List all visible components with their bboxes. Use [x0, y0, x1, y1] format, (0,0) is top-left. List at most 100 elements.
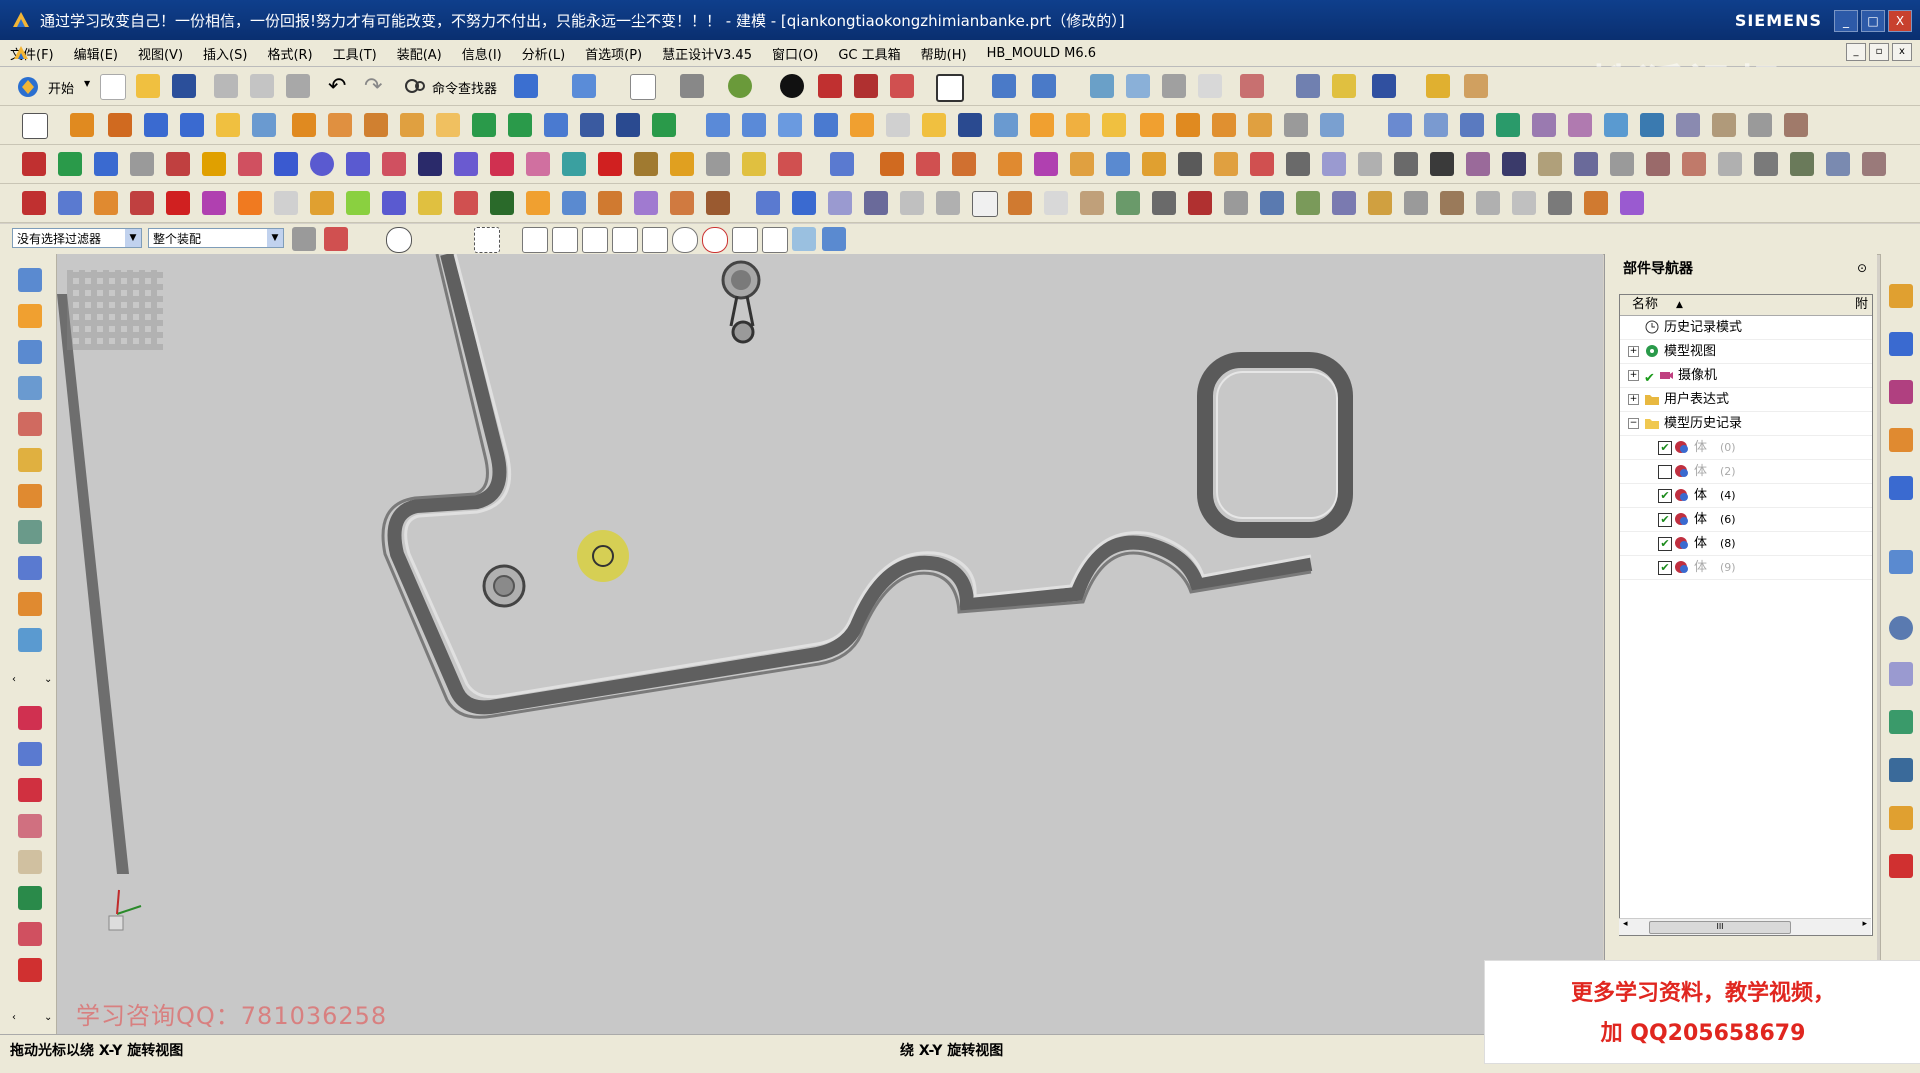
mould-tool-12-icon[interactable] — [1784, 113, 1808, 137]
hide-icon[interactable] — [1152, 191, 1176, 215]
simplify-icon[interactable] — [490, 191, 514, 215]
shell-icon[interactable] — [778, 113, 802, 137]
snap-line-icon[interactable] — [582, 227, 608, 253]
split-body-icon[interactable] — [616, 113, 640, 137]
wcs-icon[interactable] — [1198, 74, 1222, 98]
replay-icon[interactable] — [864, 191, 888, 215]
menu-hb-mould[interactable]: HB_MOULD M6.6 — [977, 46, 1106, 61]
pin-icon[interactable]: ⊙ — [1857, 261, 1867, 275]
move-face-icon[interactable] — [1066, 113, 1090, 137]
layer-settings-icon[interactable] — [1126, 74, 1150, 98]
layer-move-icon[interactable] — [1116, 191, 1140, 215]
edge-blend-icon[interactable] — [706, 113, 730, 137]
manufacturing-wizard-tab-icon[interactable] — [1889, 758, 1913, 782]
system-scenes-tab-icon[interactable] — [1889, 854, 1913, 878]
maximize-button[interactable]: □ — [1861, 10, 1885, 32]
chevron-down-icon[interactable]: ⌄ — [44, 674, 52, 685]
expand-icon[interactable]: + — [1628, 394, 1639, 405]
sew-icon[interactable] — [922, 113, 946, 137]
menu-info[interactable]: 信息(I) — [452, 44, 512, 63]
record-icon[interactable] — [22, 152, 46, 176]
drawing-icon[interactable] — [1574, 152, 1598, 176]
grid-table-icon[interactable] — [1476, 191, 1500, 215]
visibility-checkbox[interactable]: ✔ — [1658, 441, 1672, 455]
point-icon[interactable] — [58, 152, 82, 176]
unite-icon[interactable] — [472, 113, 496, 137]
mould-tool-11-icon[interactable] — [1748, 113, 1772, 137]
menu-edit[interactable]: 编辑(E) — [64, 44, 128, 63]
scope-dropdown[interactable]: 整个装配 ▼ — [148, 228, 284, 248]
box-icon[interactable] — [526, 191, 550, 215]
play-icon[interactable] — [1372, 74, 1396, 98]
scroll-right-icon[interactable]: ▸ — [1862, 919, 1867, 929]
offset-region-icon[interactable] — [1212, 113, 1236, 137]
delete-icon[interactable] — [598, 152, 622, 176]
arc-icon[interactable] — [346, 152, 370, 176]
thicken-icon[interactable] — [850, 113, 874, 137]
filter-icon[interactable] — [1332, 191, 1356, 215]
runner-icon[interactable] — [1430, 152, 1454, 176]
suppress-icon[interactable] — [792, 191, 816, 215]
left-tool-14-icon[interactable] — [18, 778, 42, 802]
scale-body-icon[interactable] — [886, 113, 910, 137]
part-navigator-tab-icon[interactable] — [1889, 380, 1913, 404]
column-name-header[interactable]: 名称 — [1632, 295, 1658, 315]
surface-analysis-icon[interactable] — [274, 191, 298, 215]
menu-huizheng[interactable]: 慧正设计V3.45 — [652, 44, 762, 63]
hole-table-icon[interactable] — [1610, 152, 1634, 176]
reuse-library-tab-icon[interactable] — [1889, 428, 1913, 452]
doc-close-button[interactable]: x — [1892, 43, 1912, 61]
section-curve-icon[interactable] — [830, 152, 854, 176]
frame-icon[interactable] — [936, 74, 964, 102]
pad-icon[interactable] — [252, 113, 276, 137]
replace-face-icon[interactable] — [994, 113, 1018, 137]
jog-icon[interactable] — [1368, 191, 1392, 215]
draft-icon[interactable] — [814, 113, 838, 137]
slot-icon[interactable] — [292, 113, 316, 137]
history-tab-icon[interactable] — [1889, 616, 1913, 640]
fit-view-icon[interactable] — [630, 74, 656, 100]
snap-on-curve-icon[interactable] — [762, 227, 788, 253]
left-tool-3-icon[interactable] — [18, 340, 42, 364]
mould-tool-9-icon[interactable] — [1676, 113, 1700, 137]
subtract-icon[interactable] — [508, 113, 532, 137]
left-tool-9-icon[interactable] — [18, 556, 42, 580]
note-icon[interactable] — [1044, 191, 1068, 215]
left-tool-11-icon[interactable] — [18, 628, 42, 652]
mold-base-icon[interactable] — [1250, 152, 1274, 176]
coord-icon[interactable] — [1240, 74, 1264, 98]
check-geometry-icon[interactable] — [454, 191, 478, 215]
mould-box-icon[interactable] — [598, 191, 622, 215]
grid-select-icon[interactable] — [238, 152, 262, 176]
left-tool-10-icon[interactable] — [18, 592, 42, 616]
project-curve-icon[interactable] — [562, 152, 586, 176]
circle-icon[interactable] — [310, 152, 334, 176]
cut-icon[interactable] — [214, 74, 238, 98]
draft-analysis-icon[interactable] — [346, 191, 370, 215]
menu-file[interactable]: 文件(F) — [0, 44, 64, 63]
intersect-icon[interactable] — [544, 113, 568, 137]
command-finder-button[interactable]: 命令查找器 — [432, 78, 497, 97]
layer-icon[interactable] — [1090, 74, 1114, 98]
shaded-icon[interactable] — [780, 74, 804, 98]
ejector-icon[interactable] — [1286, 152, 1310, 176]
line-icon[interactable] — [274, 152, 298, 176]
measure-distance-icon[interactable] — [382, 191, 406, 215]
snap-face-icon[interactable] — [792, 227, 816, 251]
gate-icon[interactable] — [1394, 152, 1418, 176]
snap-endpoint-icon[interactable] — [522, 227, 548, 253]
doc-minimize-button[interactable]: _ — [1846, 43, 1866, 61]
surface-icon[interactable] — [1284, 113, 1308, 137]
navigator-hscrollbar[interactable]: ◂ III ▸ — [1619, 918, 1871, 935]
chevron-left-icon[interactable]: ‹ — [12, 674, 16, 685]
text-curve-icon[interactable] — [998, 152, 1022, 176]
fillet-curve-icon[interactable] — [490, 152, 514, 176]
mould-tool-6-icon[interactable] — [1568, 113, 1592, 137]
parting-icon[interactable] — [1178, 152, 1202, 176]
left-tool-17-icon[interactable] — [18, 886, 42, 910]
expression-icon[interactable] — [936, 191, 960, 215]
mould-tool-5-icon[interactable] — [1532, 113, 1556, 137]
pull-face-icon[interactable] — [1176, 113, 1200, 137]
left-tool-4-icon[interactable] — [18, 376, 42, 400]
pail-icon[interactable] — [1584, 191, 1608, 215]
